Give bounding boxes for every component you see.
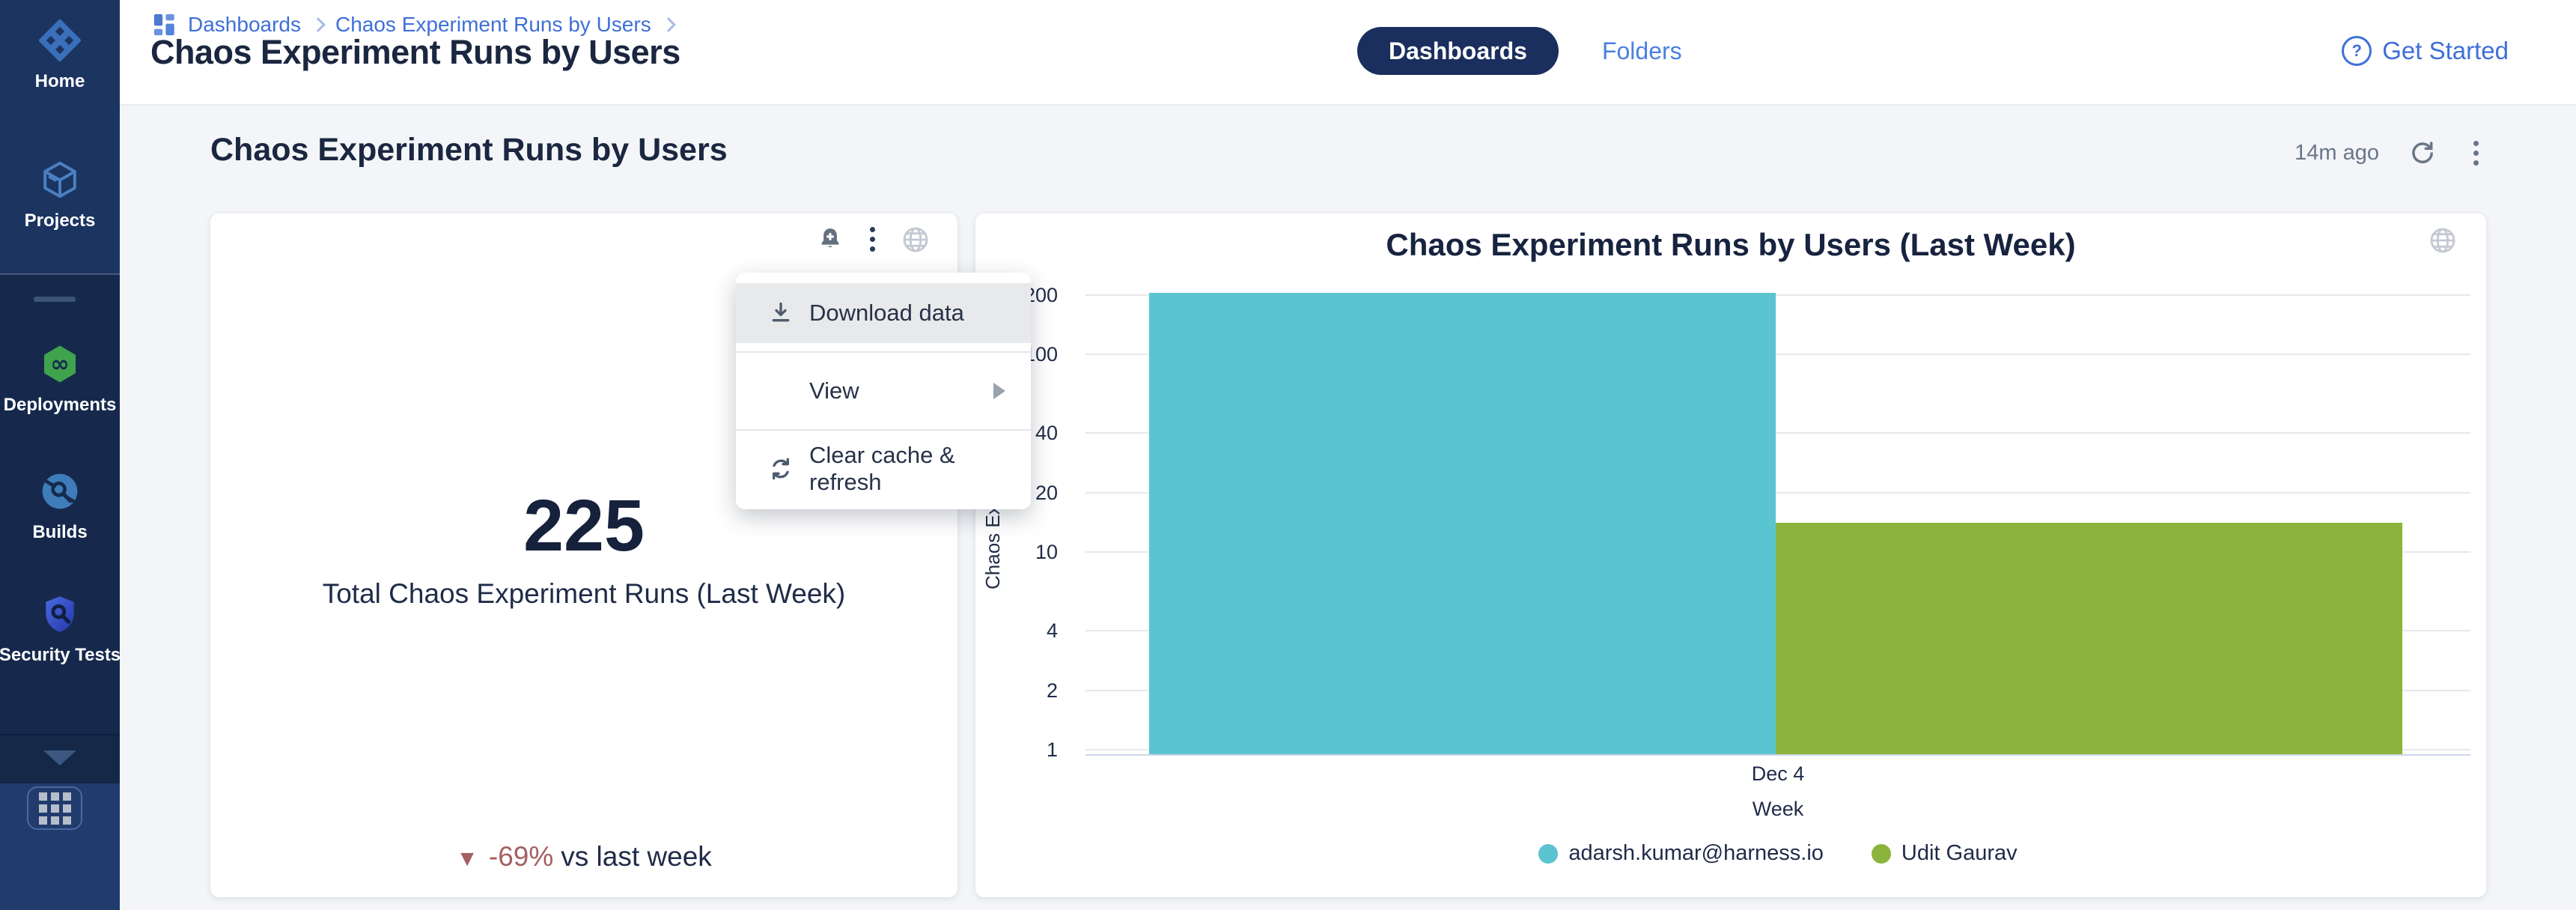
header-tabs: Dashboards Folders xyxy=(1357,27,1682,75)
x-axis-tick-label: Dec 4 xyxy=(1085,762,2470,786)
kpi-caption: Total Chaos Experiment Runs (Last Week) xyxy=(210,578,957,610)
legend-item[interactable]: adarsh.kumar@harness.io xyxy=(1538,841,1824,866)
chart-legend: adarsh.kumar@harness.io Udit Gaurav xyxy=(1085,841,2470,866)
sidebar-item-label: Home xyxy=(35,71,85,92)
triangle-down-icon: ▼ xyxy=(456,846,478,871)
cube-icon xyxy=(39,159,81,201)
alert-bell-icon[interactable] xyxy=(816,225,844,254)
legend-label: Udit Gaurav xyxy=(1901,841,2018,866)
x-axis-line xyxy=(1085,754,2470,756)
chart-tile: Chaos Experiment Runs by Users (Last Wee… xyxy=(975,213,2486,897)
tile-kebab-menu-icon[interactable] xyxy=(862,224,883,255)
sidebar-divider xyxy=(0,273,120,275)
security-shield-icon xyxy=(39,593,81,635)
sidebar-item-projects[interactable]: Projects xyxy=(0,159,120,231)
refresh-icon xyxy=(2408,139,2438,169)
menu-item-label: Clear cache & refresh xyxy=(809,442,1031,496)
get-started-link[interactable]: ? Get Started xyxy=(2342,36,2509,66)
y-axis-tick-label: 2 xyxy=(1001,679,1058,703)
deployments-icon: ∞ xyxy=(39,343,81,385)
home-icon xyxy=(39,19,81,61)
help-question-icon: ? xyxy=(2342,36,2372,66)
sidebar-item-deployments[interactable]: ∞ Deployments xyxy=(0,343,120,416)
sidebar-scroll-handle xyxy=(34,297,76,302)
kpi-delta-suffix: vs last week xyxy=(561,841,712,872)
menu-item-label: Download data xyxy=(809,300,964,327)
sidebar-item-builds[interactable]: Builds xyxy=(0,470,120,543)
menu-separator xyxy=(736,429,1031,431)
x-axis-title: Week xyxy=(1085,798,2470,821)
tab-dashboards[interactable]: Dashboards xyxy=(1357,27,1559,75)
sidebar: Home Projects ∞ Deployments xyxy=(0,0,120,910)
dashboard-title: Chaos Experiment Runs by Users xyxy=(210,132,728,169)
sidebar-item-home[interactable]: Home xyxy=(0,19,120,92)
chart-globe-corner xyxy=(2428,225,2458,259)
bar-series-1[interactable] xyxy=(1776,523,2402,754)
menu-separator xyxy=(736,351,1031,353)
dashboard-toolbar: 14m ago xyxy=(2295,138,2486,169)
sidebar-item-security-tests[interactable]: Security Tests xyxy=(0,593,120,666)
submenu-arrow-icon xyxy=(993,383,1005,399)
kpi-tile-actions xyxy=(816,224,931,255)
menu-item-label: View xyxy=(809,377,859,404)
module-grid-button[interactable] xyxy=(27,786,82,830)
menu-item-download-data[interactable]: Download data xyxy=(736,283,1031,343)
builds-icon xyxy=(39,470,81,512)
globe-icon[interactable] xyxy=(2428,225,2458,255)
legend-dot-icon xyxy=(1538,844,1558,864)
sidebar-collapse-button[interactable] xyxy=(0,734,120,785)
svg-text:∞: ∞ xyxy=(50,351,69,377)
sidebar-item-label: Builds xyxy=(32,522,87,543)
app-root: Home Projects ∞ Deployments xyxy=(0,0,2576,910)
download-icon xyxy=(766,298,796,328)
sidebar-item-label: Deployments xyxy=(4,395,117,416)
grid-icon xyxy=(39,792,71,825)
sidebar-item-label: Security Tests xyxy=(0,645,121,666)
kpi-delta-percent: -69% xyxy=(489,841,553,872)
sidebar-item-label: Projects xyxy=(25,210,96,231)
menu-item-clear-cache[interactable]: Clear cache & refresh xyxy=(736,439,1031,499)
chevron-right-icon xyxy=(661,17,676,32)
context-menu: Download data View Clear cache & refresh xyxy=(736,273,1031,509)
page-title: Chaos Experiment Runs by Users xyxy=(150,33,680,72)
legend-dot-icon xyxy=(1872,844,1891,864)
refresh-icon xyxy=(766,454,796,484)
refresh-button[interactable] xyxy=(2408,139,2438,169)
chart-title: Chaos Experiment Runs by Users (Last Wee… xyxy=(975,227,2486,263)
last-updated: 14m ago xyxy=(2295,141,2379,166)
top-header: Dashboards Chaos Experiment Runs by User… xyxy=(120,0,2576,106)
dashboard-kebab-menu-icon[interactable] xyxy=(2466,138,2486,169)
chevron-right-icon xyxy=(311,17,326,32)
menu-item-view[interactable]: View xyxy=(736,361,1031,421)
tab-folders[interactable]: Folders xyxy=(1602,37,1682,65)
bar-series-0[interactable] xyxy=(1149,293,1776,754)
kpi-delta: ▼ -69% vs last week xyxy=(210,841,957,873)
chevron-down-icon xyxy=(43,750,76,765)
get-started-label: Get Started xyxy=(2382,37,2509,65)
y-axis-tick-label: 10 xyxy=(1001,541,1058,564)
y-axis-tick-label: 1 xyxy=(1001,738,1058,762)
globe-icon[interactable] xyxy=(901,225,931,255)
y-axis-tick-label: 4 xyxy=(1001,619,1058,643)
legend-label: adarsh.kumar@harness.io xyxy=(1568,841,1824,866)
legend-item[interactable]: Udit Gaurav xyxy=(1872,841,2018,866)
